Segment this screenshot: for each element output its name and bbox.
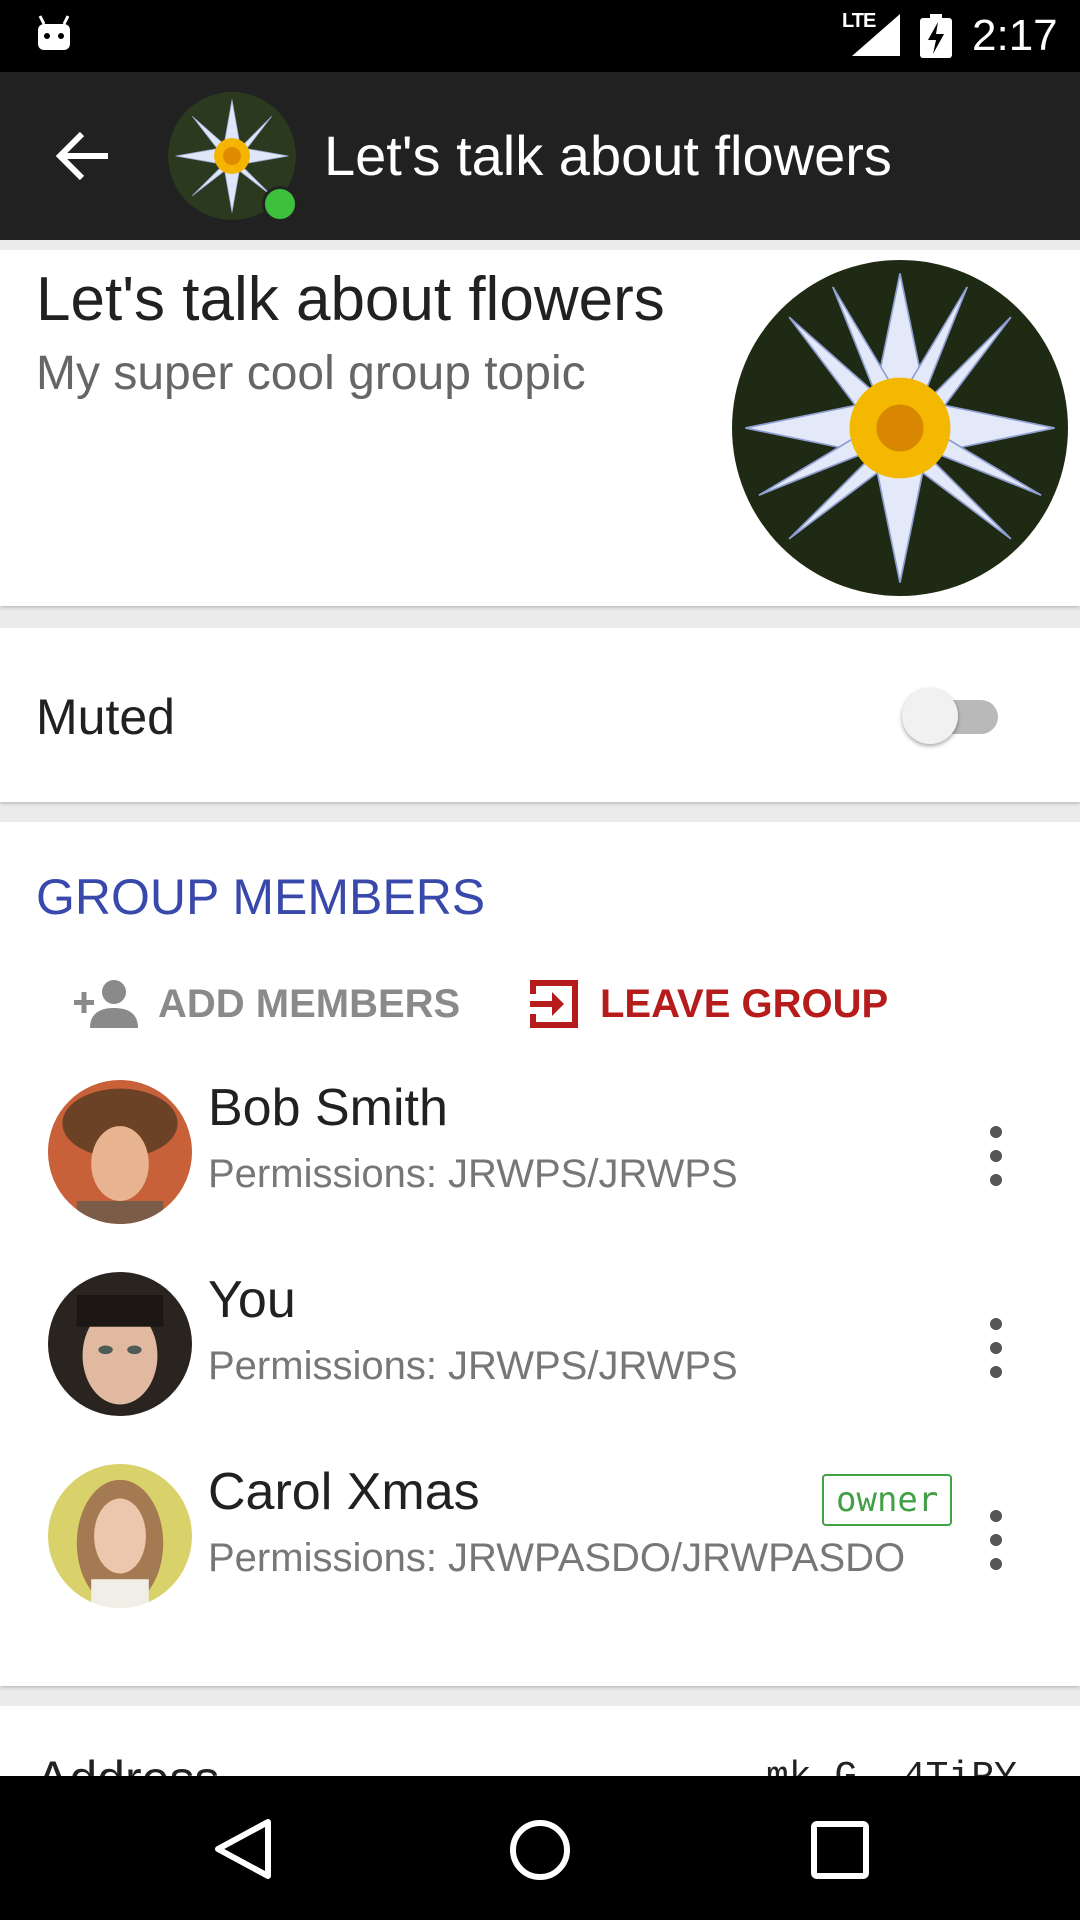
member-row[interactable]: You Permissions: JRWPS/JRWPS [0, 1250, 1080, 1430]
clock: 2:17 [972, 11, 1058, 60]
battery-charging-icon [920, 14, 952, 58]
members-heading: GROUP MEMBERS [36, 869, 486, 925]
flower-image [732, 260, 1068, 596]
more-vert-icon[interactable] [978, 1504, 1014, 1576]
app-bar: Let's talk about flowers [0, 72, 1080, 240]
member-avatar [48, 1272, 192, 1416]
leave-group-button[interactable]: LEAVE GROUP [526, 974, 888, 1034]
android-debug-icon [38, 15, 70, 50]
more-vert-icon[interactable] [978, 1312, 1014, 1384]
member-name: Carol Xmas [208, 1463, 480, 1521]
add-members-button[interactable]: ADD MEMBERS [72, 974, 460, 1034]
member-avatar [48, 1080, 192, 1224]
status-bar: LTE 2:17 [0, 0, 1080, 72]
member-permissions: Permissions: JRWPS/JRWPS [208, 1344, 738, 1388]
system-nav-bar [0, 1776, 1080, 1920]
signal-icon [852, 14, 900, 56]
nav-recents-icon[interactable] [808, 1818, 872, 1882]
group-avatar[interactable] [732, 260, 1068, 596]
more-vert-icon[interactable] [978, 1120, 1014, 1192]
group-name: Let's talk about flowers [36, 265, 665, 334]
toolbar-group-avatar[interactable] [168, 92, 298, 222]
exit-icon [530, 980, 578, 1028]
nav-back-icon[interactable] [210, 1816, 276, 1882]
member-name: You [208, 1271, 296, 1329]
group-topic: My super cool group topic [36, 347, 586, 400]
muted-label: Muted [36, 689, 175, 745]
toggle-thumb [902, 688, 958, 744]
member-avatar [48, 1464, 192, 1608]
toolbar-title: Let's talk about flowers [324, 124, 892, 187]
member-row[interactable]: Carol Xmas owner Permissions: JRWPASDO/J… [0, 1442, 1080, 1622]
add-person-icon [74, 980, 138, 1028]
member-name: Bob Smith [208, 1079, 448, 1137]
member-row[interactable]: Bob Smith Permissions: JRWPS/JRWPS [0, 1058, 1080, 1238]
member-permissions: Permissions: JRWPS/JRWPS [208, 1152, 738, 1196]
member-permissions: Permissions: JRWPASDO/JRWPASDO [208, 1536, 906, 1580]
leave-group-label: LEAVE GROUP [600, 981, 889, 1026]
back-arrow-icon[interactable] [52, 124, 116, 188]
muted-toggle[interactable] [902, 688, 1002, 744]
nav-home-icon[interactable] [506, 1816, 574, 1884]
online-status-indicator [262, 186, 298, 222]
owner-badge: owner [822, 1474, 953, 1526]
add-members-label: ADD MEMBERS [158, 981, 461, 1026]
